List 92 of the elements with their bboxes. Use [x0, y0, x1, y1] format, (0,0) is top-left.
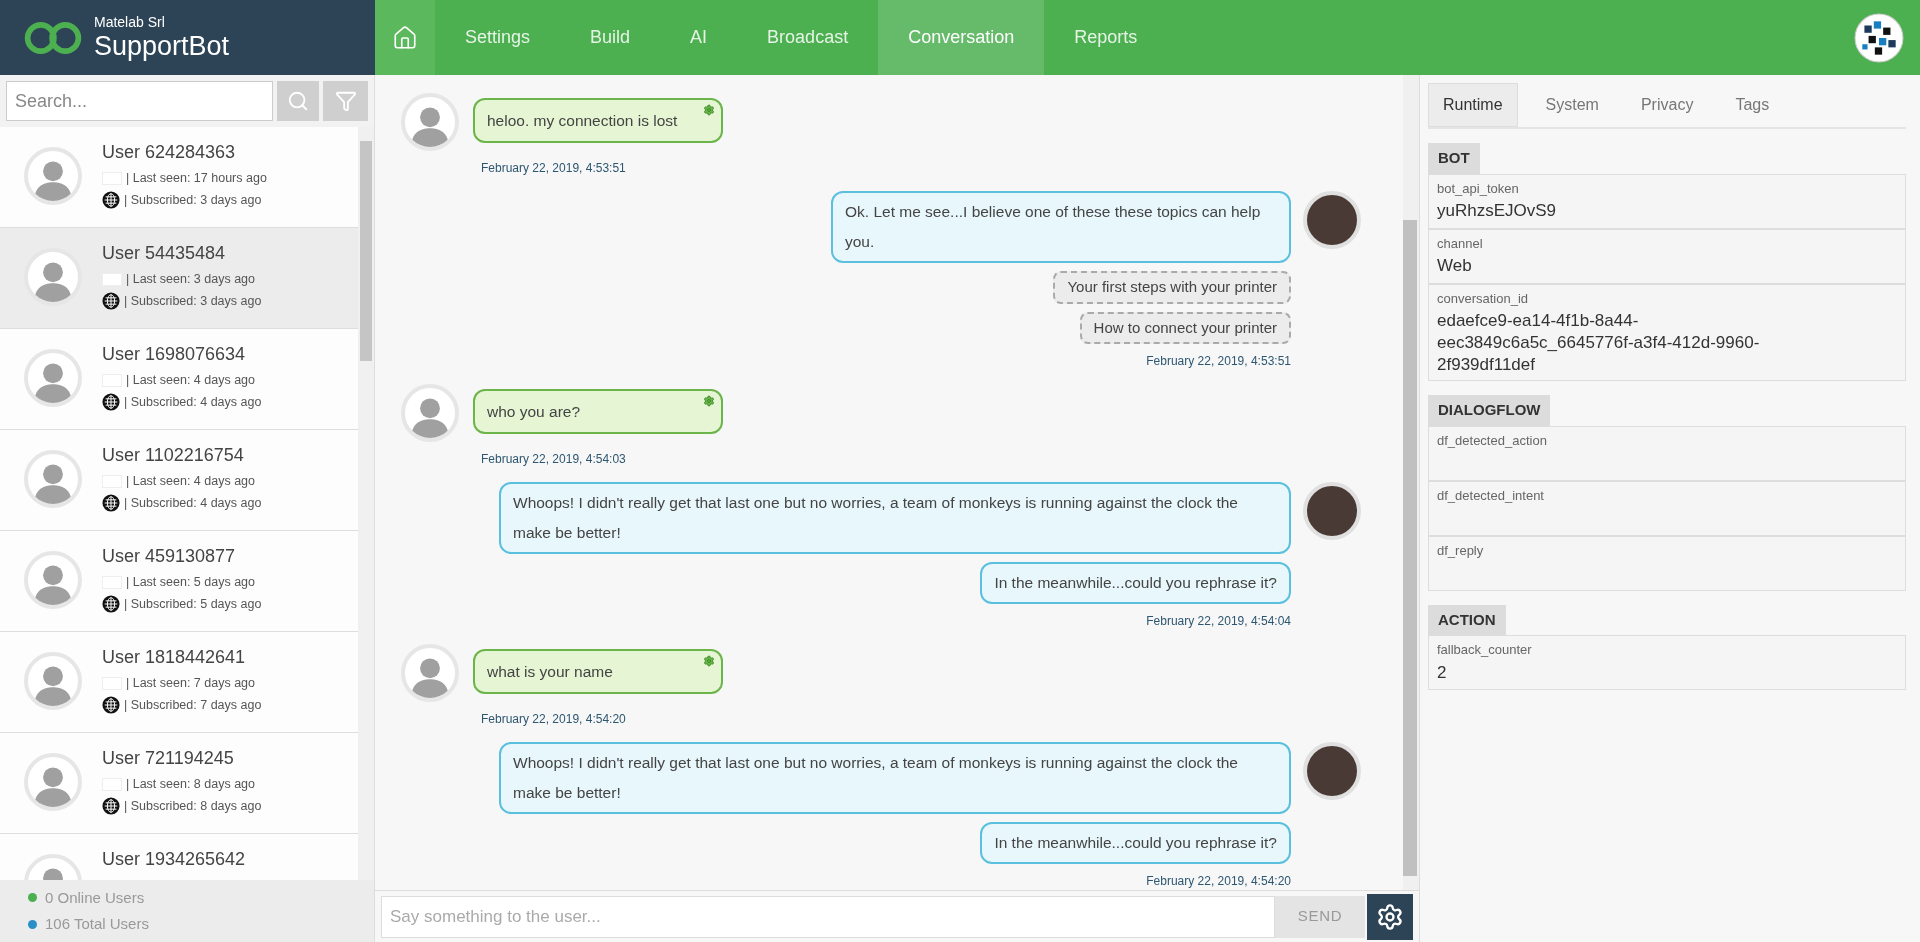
- subscribed-text: | Subscribed: 8 days ago: [124, 797, 262, 815]
- logo-icon: [24, 21, 82, 54]
- product-name: SupportBot: [94, 33, 230, 60]
- user-list-item[interactable]: User 1934265642: [0, 834, 358, 880]
- section-heading: ACTION: [1428, 604, 1506, 635]
- field-label: bot_api_token: [1437, 179, 1520, 198]
- quick-reply-chip[interactable]: Your first steps with your printer: [1053, 271, 1291, 304]
- user-list-item[interactable]: User 1818442641 | Last seen: 7 days ago | Subscribed: 7 days ago: [0, 632, 358, 733]
- search-icon: [287, 90, 309, 112]
- field-value: Web: [1437, 255, 1473, 277]
- last-seen-text: | Last seen: 7 days ago: [126, 675, 256, 692]
- company-name: Matelab Srl: [94, 15, 166, 29]
- account-logo-icon[interactable]: [1854, 12, 1904, 63]
- gear-icon: [1376, 902, 1404, 931]
- stat-label: 106 Total Users: [45, 914, 149, 934]
- subscribed-text: | Subscribed: 4 days ago: [124, 393, 262, 411]
- globe-icon: [102, 797, 120, 816]
- message-timestamp: February 22, 2019, 4:54:04: [1146, 613, 1291, 630]
- user-message-bubble: who you are?: [473, 389, 723, 435]
- field-label: df_detected_intent: [1437, 486, 1545, 505]
- panel-tab[interactable]: Privacy: [1626, 83, 1708, 127]
- home-tab[interactable]: [375, 0, 435, 75]
- field-label: conversation_id: [1437, 289, 1530, 308]
- last-seen-text: | Last seen: 5 days ago: [126, 574, 256, 591]
- field-label: df_reply: [1437, 541, 1485, 560]
- section-heading: BOT: [1428, 143, 1480, 174]
- user-list-item[interactable]: User 1698076634 | Last seen: 4 days ago | Subscribed: 4 days ago: [0, 329, 358, 430]
- field-value: 2: [1437, 661, 1448, 684]
- subscribed-text: | Subscribed: 4 days ago: [124, 494, 262, 512]
- home-icon: [392, 24, 418, 51]
- user-name: User 54435484: [102, 242, 227, 265]
- filter-button[interactable]: [323, 81, 368, 121]
- stat-label: 0 Online Users: [45, 887, 145, 908]
- message-timestamp: February 22, 2019, 4:54:20: [1146, 873, 1291, 890]
- user-message-bubble: what is your name: [473, 649, 723, 695]
- gear-icon: [703, 655, 715, 667]
- globe-icon: [102, 696, 120, 715]
- field-label: channel: [1437, 234, 1484, 253]
- filter-icon: [334, 90, 357, 112]
- quick-reply-chip[interactable]: How to connect your printer: [1079, 311, 1291, 344]
- subscribed-text: | Subscribed: 5 days ago: [124, 595, 262, 613]
- bot-message-bubble: Ok. Let me see...I believe one of these these topics can help you.: [831, 191, 1291, 263]
- user-list-item[interactable]: User 721194245 | Last seen: 8 days ago | Subscribed: 8 days ago: [0, 733, 358, 834]
- last-seen-text: | Last seen: 4 days ago: [126, 372, 256, 389]
- gear-icon: [703, 395, 715, 407]
- subscribed-text: | Subscribed: 3 days ago: [124, 292, 262, 310]
- user-name: User 1934265642: [102, 848, 246, 871]
- last-seen-text: | Last seen: 8 days ago: [126, 776, 256, 793]
- user-name: User 721194245: [102, 747, 235, 770]
- panel-tab[interactable]: System: [1531, 83, 1613, 127]
- section-heading: DIALOGFLOW: [1428, 395, 1551, 426]
- bot-message-bubble: Whoops! I didn't really get that last one but no worries, a team of monkeys is running against the clock the make be better!: [499, 742, 1291, 814]
- field-value: edaefce9-ea14-4f1b-8a44-eec3849c6a5c_6645776f-a3f4-412d-9960-2f939df11def: [1437, 310, 1761, 376]
- user-list-item[interactable]: User 1102216754 | Last seen: 4 days ago | Subscribed: 4 days ago: [0, 430, 358, 531]
- field-label: fallback_counter: [1437, 641, 1533, 659]
- bot-message-bubble: Whoops! I didn't really get that last one but no worries, a team of monkeys is running against the clock the make be better!: [499, 482, 1291, 554]
- message-timestamp: February 22, 2019, 4:54:03: [481, 451, 627, 468]
- globe-icon: [102, 393, 120, 412]
- user-message-bubble: heloo. my connection is lost: [473, 98, 723, 144]
- globe-icon: [102, 191, 120, 210]
- panel-tab[interactable]: Tags: [1721, 83, 1784, 127]
- user-list-item[interactable]: User 54435484 | Last seen: 3 days ago | Subscribed: 3 days ago: [0, 228, 358, 329]
- user-name: User 1818442641: [102, 646, 247, 669]
- globe-icon: [102, 494, 120, 513]
- panel-tab[interactable]: Runtime: [1428, 83, 1518, 127]
- gear-icon: [703, 104, 715, 116]
- globe-icon: [102, 595, 120, 614]
- message-timestamp: February 22, 2019, 4:54:20: [481, 711, 627, 728]
- user-name: User 1698076634: [102, 343, 247, 366]
- field-label: df_detected_action: [1437, 431, 1548, 450]
- brand-logo[interactable]: Matelab Srl SupportBot: [0, 0, 375, 75]
- user-list-item[interactable]: User 624284363 | Last seen: 17 hours ago | Subscribed: 3 days ago: [0, 127, 358, 228]
- search-field[interactable]: Search...: [6, 81, 273, 121]
- search-button[interactable]: [277, 81, 319, 121]
- last-seen-text: | Last seen: 17 hours ago: [126, 170, 267, 187]
- bot-message-bubble: In the meanwhile...could you rephrase it?: [980, 562, 1291, 604]
- last-seen-text: | Last seen: 4 days ago: [126, 473, 256, 490]
- user-name: User 459130877: [102, 545, 237, 568]
- scrollbar[interactable]: [1403, 75, 1419, 890]
- user-name: User 624284363: [102, 141, 237, 164]
- subscribed-text: | Subscribed: 3 days ago: [124, 191, 262, 209]
- user-name: User 1102216754: [102, 444, 245, 467]
- message-timestamp: February 22, 2019, 4:53:51: [1146, 353, 1291, 370]
- last-seen-text: | Last seen: 3 days ago: [126, 271, 256, 288]
- message-input[interactable]: Say something to the user...: [381, 895, 1275, 938]
- user-list-item[interactable]: User 459130877 | Last seen: 5 days ago | Subscribed: 5 days ago: [0, 531, 358, 632]
- globe-icon: [102, 292, 120, 311]
- bot-message-bubble: In the meanwhile...could you rephrase it?: [980, 822, 1291, 864]
- field-value: yuRhzsEJOvS9: [1437, 200, 1558, 222]
- settings-button[interactable]: [1367, 893, 1413, 940]
- message-timestamp: February 22, 2019, 4:53:51: [481, 160, 627, 177]
- subscribed-text: | Subscribed: 7 days ago: [124, 696, 262, 714]
